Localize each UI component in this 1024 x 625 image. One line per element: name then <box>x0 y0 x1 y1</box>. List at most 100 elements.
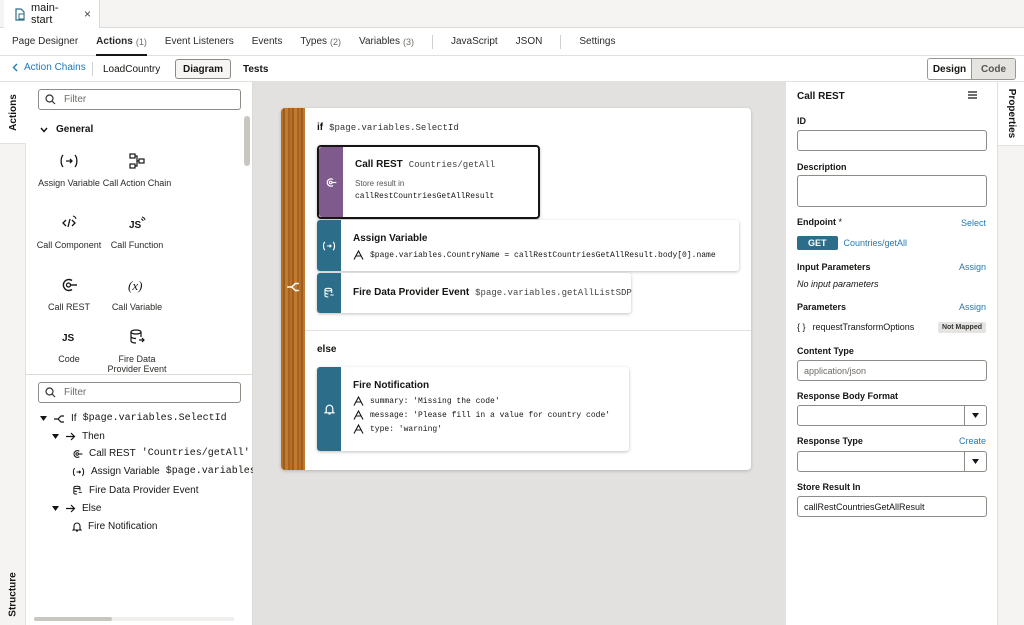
tab-settings[interactable]: Settings <box>579 28 615 56</box>
bell-icon <box>72 521 82 532</box>
structure-horizontal-scrollbar[interactable] <box>34 617 234 621</box>
palette-item-assign-variable[interactable]: Assign Variable <box>34 148 104 188</box>
tree-item-fire-data-provider-event[interactable]: Fire Data Provider Event <box>72 485 199 496</box>
store-result-label: Store result in <box>355 179 532 188</box>
toolbar-divider <box>92 62 93 76</box>
actions-palette-panel: Filter General Assign Variable Call Acti… <box>26 82 253 625</box>
description-textarea[interactable] <box>797 175 987 207</box>
tree-item-fire-notification[interactable]: Fire Notification <box>72 521 157 532</box>
call-component-icon <box>60 210 78 236</box>
design-button[interactable]: Design <box>928 59 972 79</box>
palette-filter-input[interactable]: Filter <box>38 89 241 110</box>
notification-node-strip <box>317 367 341 451</box>
palette-item-code[interactable]: JS Code <box>34 324 104 364</box>
palette-item-call-rest[interactable]: Call REST <box>34 272 104 312</box>
tree-item-call-rest[interactable]: Call REST'Countries/getAll' <box>72 448 250 459</box>
parameter-row[interactable]: { } requestTransformOptions <box>797 322 914 332</box>
tab-variables[interactable]: Variables(3) <box>359 28 414 56</box>
back-to-action-chains-link[interactable]: Action Chains <box>12 62 86 73</box>
response-type-select[interactable] <box>797 451 987 472</box>
response-body-format-label: Response Body Format <box>797 391 898 401</box>
tab-events[interactable]: Events <box>252 28 283 56</box>
response-type-label: Response Type <box>797 436 863 446</box>
bell-icon <box>324 403 335 415</box>
call-rest-node[interactable]: Call REST Countries/getAll Store result i… <box>317 145 540 219</box>
tab-divider <box>560 35 561 49</box>
fire-data-provider-node[interactable]: Fire Data Provider Event$page.variables.… <box>317 273 631 313</box>
chevron-down-icon <box>40 127 48 133</box>
fire-notification-node[interactable]: Fire Notification summary: 'Missing the … <box>317 367 629 451</box>
palette-item-call-variable[interactable]: (x) Call Variable <box>102 272 172 312</box>
tab-actions[interactable]: Actions(1) <box>96 28 147 56</box>
store-result-in-input[interactable]: callRestCountriesGetAllResult <box>797 496 987 517</box>
tab-event-listeners[interactable]: Event Listeners <box>165 28 234 56</box>
else-label: else <box>317 344 336 355</box>
hamburger-menu-icon[interactable] <box>968 91 977 99</box>
tab-types[interactable]: Types(2) <box>300 28 341 56</box>
tab-javascript[interactable]: JavaScript <box>451 28 498 56</box>
panel-divider <box>26 374 253 375</box>
assign-variable-icon <box>72 467 85 477</box>
response-type-create-link[interactable]: Create <box>959 436 986 446</box>
id-input[interactable] <box>797 130 987 151</box>
tab-json[interactable]: JSON <box>516 28 543 56</box>
file-tab-title: main-start <box>31 2 79 26</box>
parameters-assign-link[interactable]: Assign <box>959 302 986 312</box>
node-title: Assign Variable <box>353 233 427 244</box>
palette-item-call-function[interactable]: JS Call Function <box>102 210 172 250</box>
input-parameters-assign-link[interactable]: Assign <box>959 262 986 272</box>
arrow-right-icon <box>65 432 76 441</box>
response-body-format-select[interactable] <box>797 405 987 426</box>
assign-variable-node[interactable]: Assign Variable $page.variables.CountryN… <box>317 220 739 271</box>
if-block-card[interactable]: if$page.variables.SelectId Call REST Coun… <box>281 108 751 470</box>
assign-variable-icon <box>59 148 79 174</box>
call-rest-icon <box>325 177 337 188</box>
call-variable-icon: (x) <box>127 272 147 298</box>
tree-item-if[interactable]: If$page.variables.SelectId <box>40 413 227 424</box>
no-input-parameters-text: No input parameters <box>797 279 879 289</box>
close-tab-icon[interactable]: × <box>84 7 91 21</box>
palette-group-general[interactable]: General <box>40 124 93 135</box>
node-title: Call REST <box>355 159 403 170</box>
endpoint-select-link[interactable]: Select <box>961 218 986 228</box>
palette-item-fire-data-provider-event[interactable]: Fire Data Provider Event <box>102 324 172 374</box>
properties-rail-tab[interactable]: Properties <box>998 82 1024 146</box>
if-condition[interactable]: if$page.variables.SelectId <box>317 122 459 133</box>
tree-item-assign-variable[interactable]: Assign Variable$page.variables. <box>72 466 262 477</box>
code-button[interactable]: Code <box>972 59 1015 79</box>
call-rest-icon <box>72 449 83 459</box>
tests-tab[interactable]: Tests <box>243 64 268 75</box>
tree-item-then[interactable]: Then <box>52 431 105 442</box>
assign-variable-icon <box>322 241 336 251</box>
structure-rail-tab[interactable]: Structure <box>0 563 26 625</box>
assign-expression: $page.variables.CountryName = callRestCo… <box>370 251 716 260</box>
node-endpoint: Countries/getAll <box>409 160 495 170</box>
content-type-input[interactable]: application/json <box>797 360 987 381</box>
file-tab-bar: main-start × <box>0 0 1024 28</box>
palette-item-call-component[interactable]: Call Component <box>34 210 104 250</box>
file-tab-main-start[interactable]: main-start × <box>4 0 100 28</box>
diagram-button[interactable]: Diagram <box>175 59 231 79</box>
description-label: Description <box>797 162 847 172</box>
endpoint-value[interactable]: GET Countries/getAll <box>797 236 907 250</box>
store-result-in-label: Store Result In <box>797 482 861 492</box>
tree-item-else[interactable]: Else <box>52 503 101 514</box>
diagram-canvas: if$page.variables.SelectId Call REST Coun… <box>253 82 786 625</box>
assign-arrow-icon <box>353 424 364 434</box>
id-label: ID <box>797 116 806 126</box>
dropdown-arrow-icon <box>964 452 986 471</box>
node-title: Fire Notification <box>353 380 429 391</box>
structure-filter-input[interactable]: Filter <box>38 382 241 403</box>
assign-arrow-icon <box>353 410 364 420</box>
actions-rail-tab[interactable]: Actions <box>0 82 26 144</box>
notification-summary: summary: 'Missing the code' <box>370 397 500 406</box>
endpoint-link[interactable]: Countries/getAll <box>844 238 908 248</box>
branch-icon <box>286 281 300 293</box>
call-rest-node-strip <box>319 147 343 217</box>
palette-item-call-action-chain[interactable]: Call Action Chain <box>102 148 172 188</box>
tab-page-designer[interactable]: Page Designer <box>12 28 78 56</box>
svg-text:(x): (x) <box>128 278 142 293</box>
content-type-label: Content Type <box>797 346 854 356</box>
palette-scrollbar[interactable] <box>244 116 250 166</box>
node-expression: $page.variables.getAllListSDP <box>475 288 632 298</box>
